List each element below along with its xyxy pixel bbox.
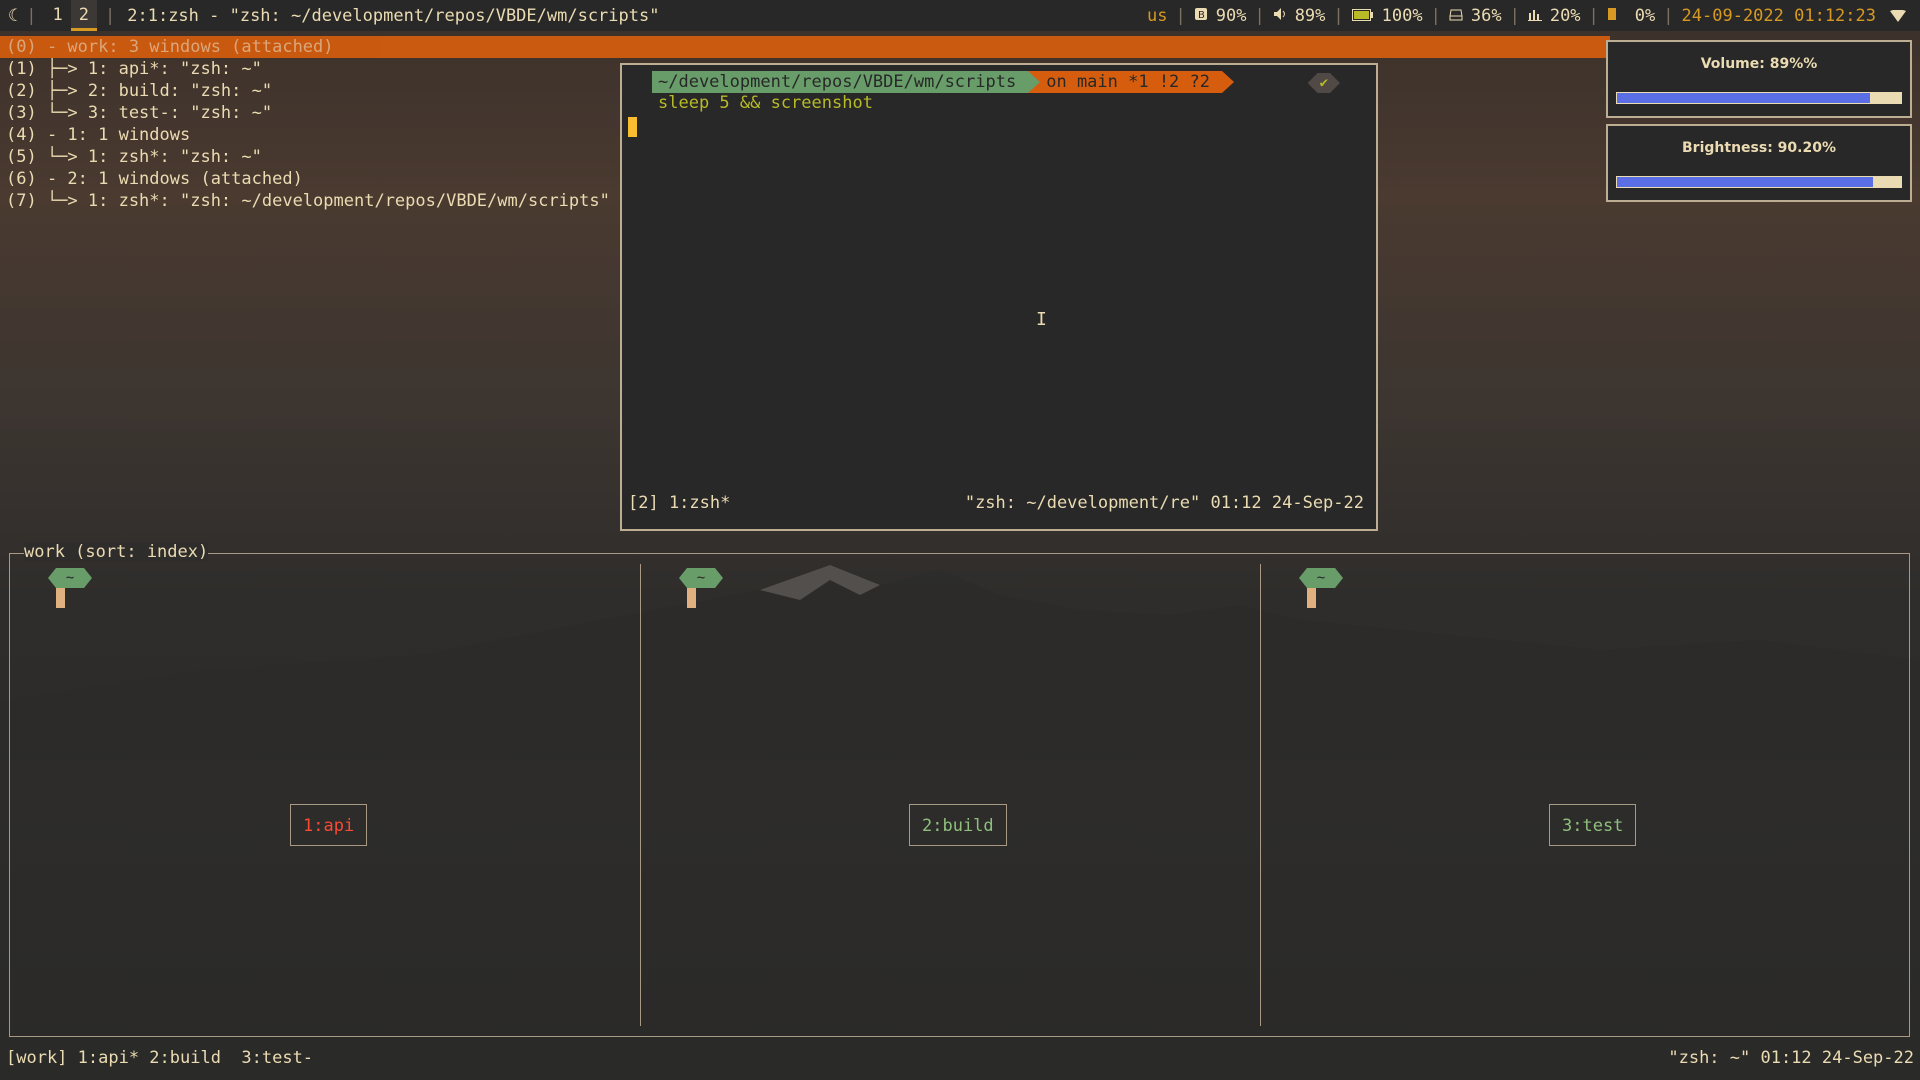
window-label-api[interactable]: 1:api — [290, 804, 368, 846]
window-preview-api[interactable]: ~ 1:api — [10, 564, 639, 1026]
battery-module[interactable]: 100% — [1351, 5, 1423, 26]
volume-value: 89% — [1294, 5, 1326, 26]
separator: | — [26, 5, 37, 26]
text-cursor — [687, 588, 696, 608]
wifi-icon[interactable] — [1890, 9, 1906, 22]
work-session-preview: work (sort: index) ~ 1:api ~ 2:build ~ 3… — [9, 542, 1910, 1037]
command-text: sleep 5 && screenshot — [658, 93, 873, 113]
svg-text:B: B — [1198, 10, 1205, 21]
workspace-2[interactable]: 2 — [70, 0, 97, 31]
datetime[interactable]: 24-09-2022 01:12:23 — [1682, 6, 1876, 26]
text-cursor — [628, 117, 637, 137]
brightness-osd-bar — [1616, 176, 1902, 188]
brightness-value: 90% — [1215, 5, 1247, 26]
volume-osd: Volume: 89%% — [1606, 40, 1912, 118]
brightness-osd-label: Brightness: 90.20% — [1682, 140, 1836, 156]
cpu-module[interactable]: 20% — [1527, 5, 1581, 26]
cpu-chart-icon — [1527, 7, 1542, 25]
memory-value: 0% — [1634, 5, 1656, 26]
memory-icon — [1607, 7, 1617, 25]
cpu-value: 20% — [1549, 5, 1581, 26]
ibeam-cursor-icon: I — [1036, 309, 1047, 330]
brightness-osd: Brightness: 90.20% — [1606, 124, 1912, 202]
volume-osd-fill — [1617, 93, 1870, 103]
prompt-path: ~/development/repos/VBDE/wm/scripts — [652, 71, 1029, 93]
window-label-build[interactable]: 2:build — [909, 804, 1007, 846]
battery-value: 100% — [1381, 5, 1423, 26]
window-preview-build[interactable]: ~ 2:build — [640, 564, 1260, 1026]
window-title: 2:1:zsh - "zsh: ~/development/repos/VBDE… — [127, 5, 660, 26]
shell-prompt: ~/development/repos/VBDE/wm/scripts on m… — [652, 71, 1234, 93]
text-cursor — [1307, 588, 1316, 608]
volume-module[interactable]: 89% — [1273, 5, 1326, 26]
success-check-icon: ✔ — [1308, 73, 1340, 93]
status-modules: us | B 90% | 89% | 100% | 36% | 20% | 0%… — [1147, 6, 1920, 26]
text-cursor — [56, 588, 65, 608]
mini-prompt: ~ — [48, 568, 92, 588]
tree-row[interactable]: (0) - work: 3 windows (attached) — [0, 36, 1610, 58]
top-bar: ☾ | 1 2 | 2:1:zsh - "zsh: ~/development/… — [0, 0, 1920, 31]
work-session-title: work (sort: index) — [24, 542, 209, 562]
volume-osd-bar — [1616, 92, 1902, 104]
volume-osd-label: Volume: 89%% — [1700, 56, 1818, 72]
window-label-test[interactable]: 3:test — [1549, 804, 1637, 846]
brightness-icon: B — [1194, 7, 1208, 25]
terminal-window[interactable]: ~/development/repos/VBDE/wm/scripts on m… — [620, 63, 1378, 531]
terminal-status-line: [2] 1:zsh* "zsh: ~/development/re" 01:12… — [628, 493, 1364, 513]
workspace-1[interactable]: 1 — [45, 0, 71, 31]
tmux-window-list[interactable]: [work] 1:api* 2:build 3:test- — [6, 1048, 313, 1068]
speaker-icon — [1273, 7, 1287, 25]
keyboard-layout[interactable]: us — [1147, 6, 1167, 26]
separator: | — [105, 5, 116, 26]
disk-icon — [1449, 7, 1463, 25]
battery-icon — [1351, 7, 1374, 25]
prompt-git-status: on main *1 !2 ?2 — [1028, 71, 1234, 93]
brightness-osd-fill — [1617, 177, 1874, 187]
mini-prompt: ~ — [1299, 568, 1343, 588]
tmux-status-bar: [work] 1:api* 2:build 3:test- "zsh: ~" 0… — [0, 1048, 1920, 1072]
memory-module[interactable]: 0% — [1607, 6, 1655, 26]
terminal-status-left: [2] 1:zsh* — [628, 493, 731, 513]
moon-logo-icon[interactable]: ☾ — [8, 6, 18, 26]
terminal-status-right: "zsh: ~/development/re" 01:12 24-Sep-22 — [964, 493, 1364, 513]
disk-value: 36% — [1470, 5, 1502, 26]
disk-module[interactable]: 36% — [1449, 6, 1502, 26]
mini-prompt: ~ — [679, 568, 723, 588]
tmux-status-right: "zsh: ~" 01:12 24-Sep-22 — [1668, 1048, 1914, 1068]
window-preview-test[interactable]: ~ 3:test — [1260, 564, 1909, 1026]
brightness-module[interactable]: B 90% — [1194, 5, 1247, 26]
